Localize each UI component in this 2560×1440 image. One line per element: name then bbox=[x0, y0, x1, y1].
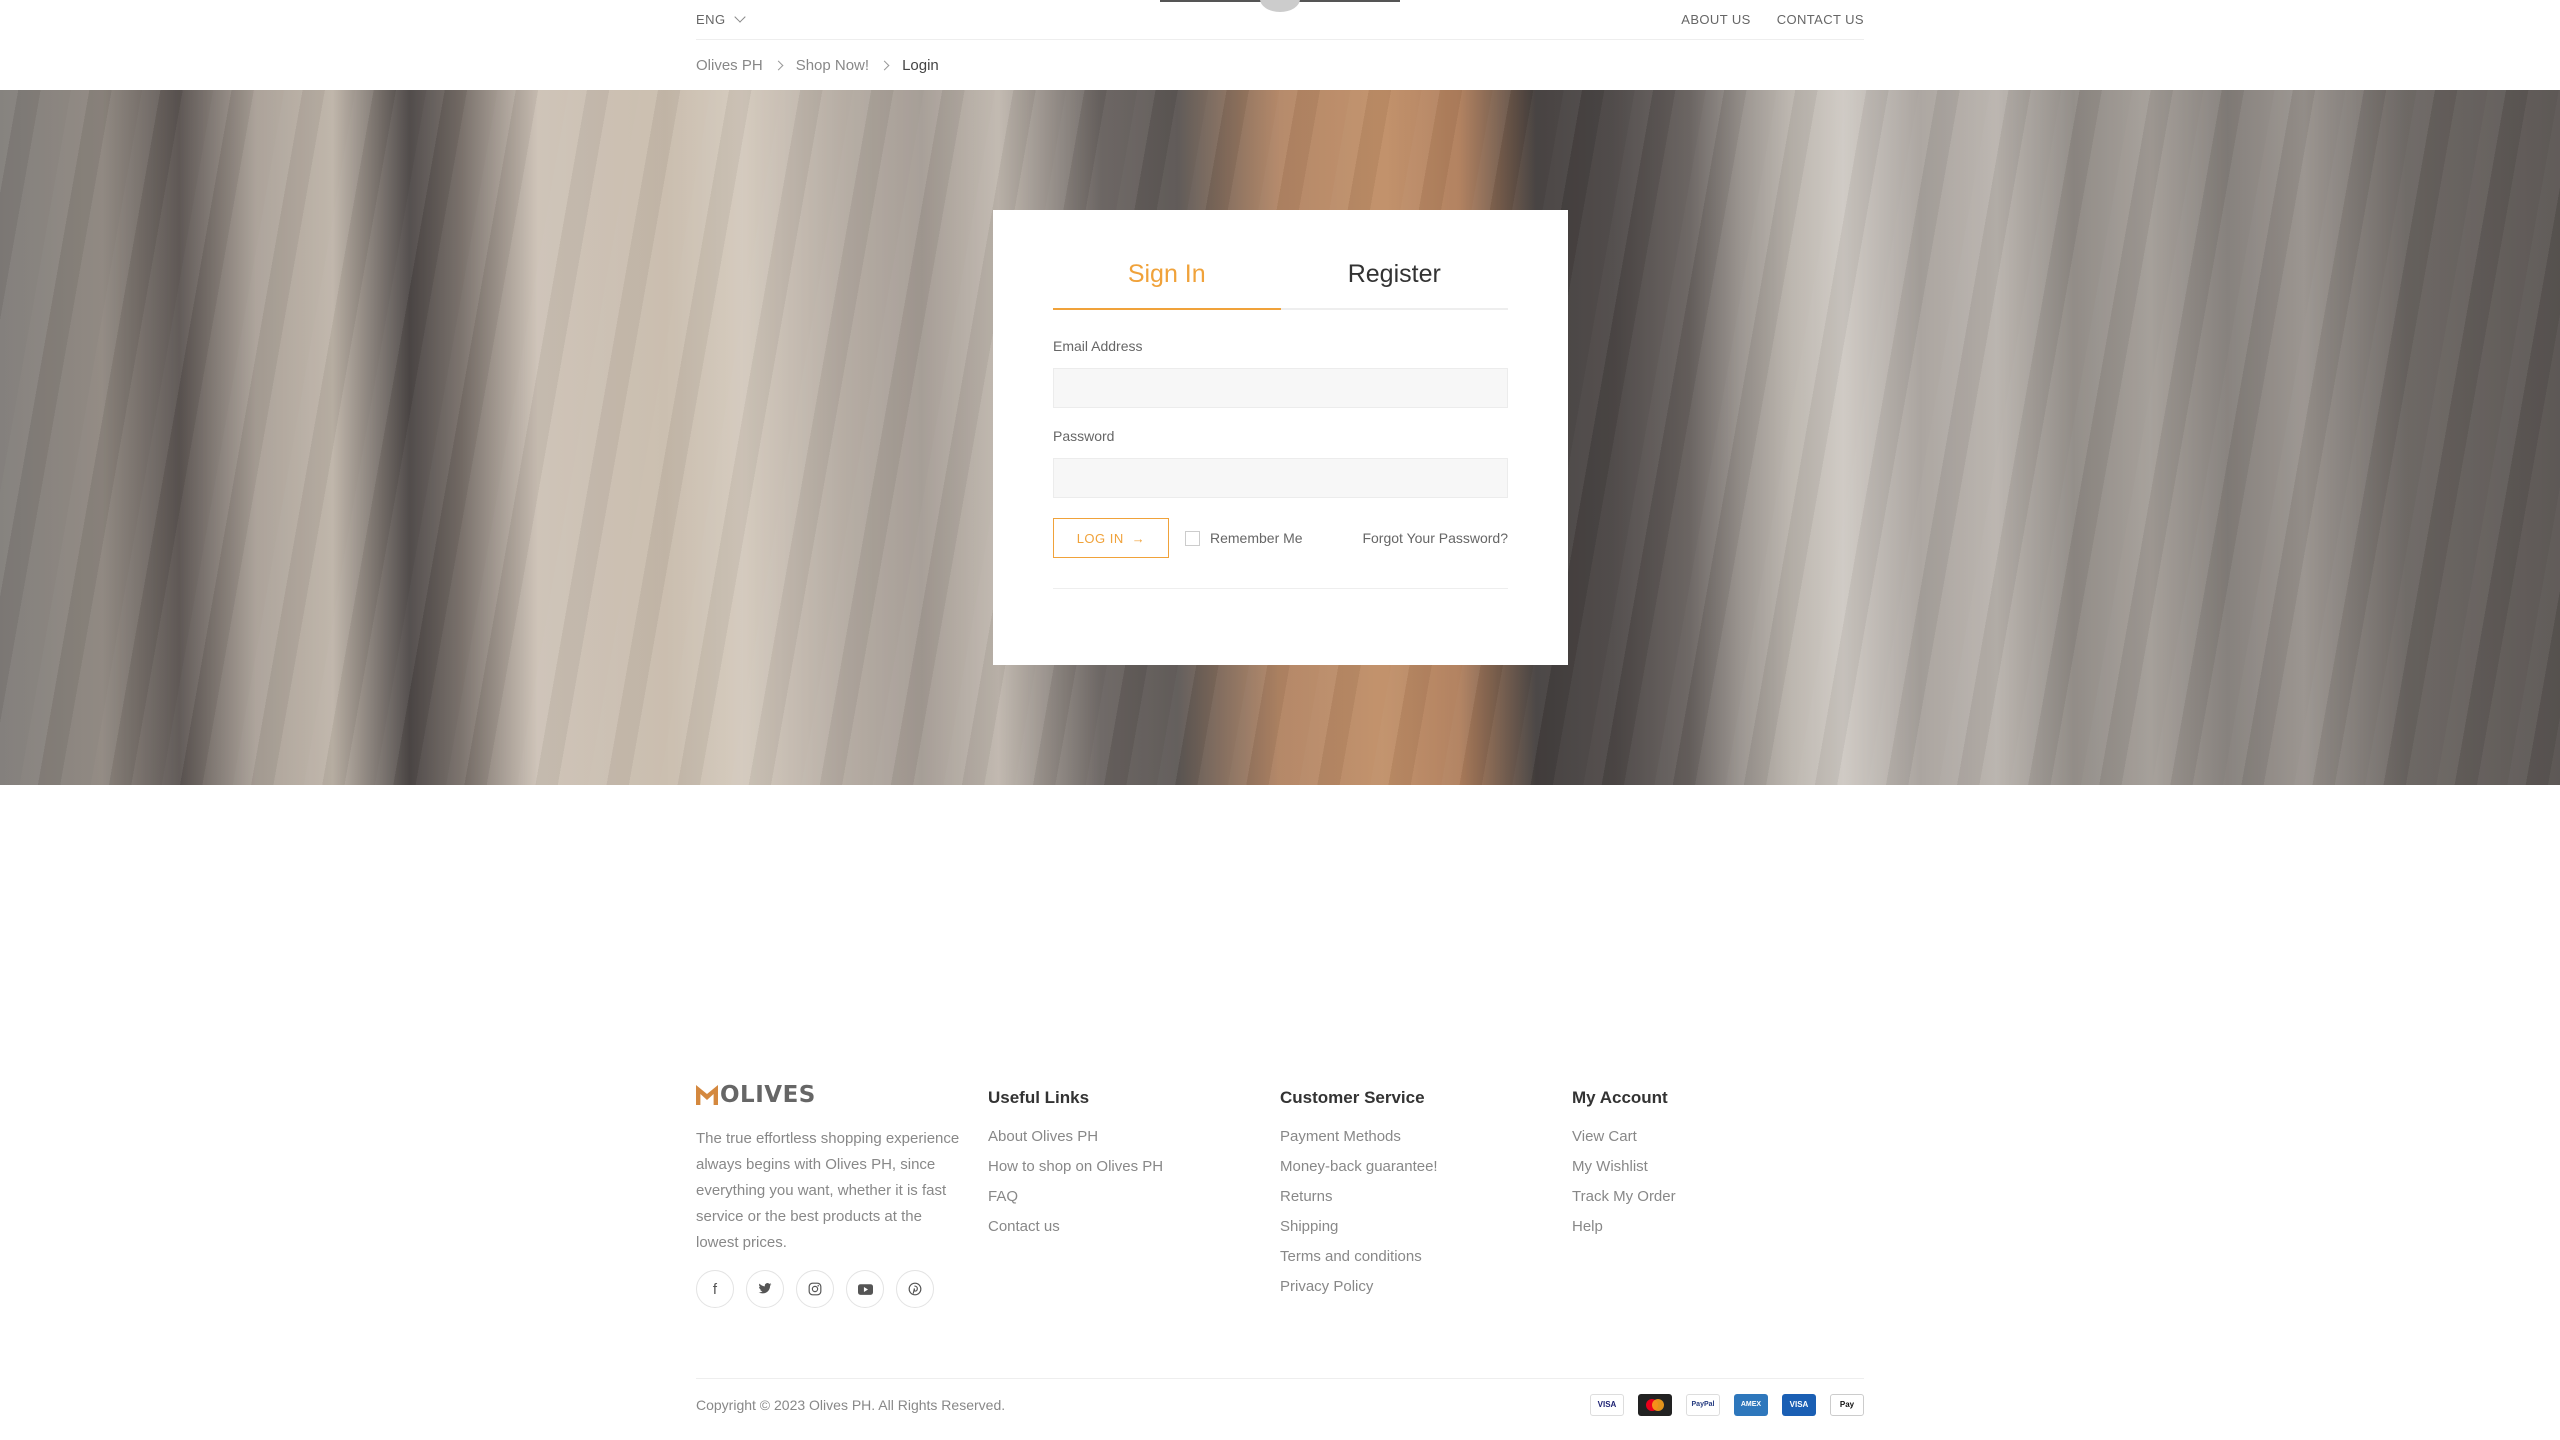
footer-about: OLIVES The true effortless shopping expe… bbox=[696, 1080, 988, 1310]
customer-service-title: Customer Service bbox=[1280, 1088, 1425, 1107]
amex-icon: AMEX bbox=[1734, 1393, 1768, 1416]
password-label: Password bbox=[1053, 428, 1115, 444]
login-button-label: LOG IN bbox=[1076, 530, 1124, 546]
footer-about-text: The true effortless shopping experience … bbox=[696, 1130, 960, 1251]
useful-links-title: Useful Links bbox=[988, 1088, 1090, 1107]
footer: OLIVES The true effortless shopping expe… bbox=[696, 1080, 1864, 1310]
olives-logo-icon bbox=[696, 1085, 718, 1105]
pinterest-icon[interactable] bbox=[896, 1270, 934, 1308]
paypal-icon: PayPal bbox=[1686, 1393, 1720, 1416]
breadcrumb-shop[interactable]: Shop Now! bbox=[796, 57, 869, 74]
footer-useful-links: Useful Links About Olives PH How to shop… bbox=[988, 1080, 1280, 1310]
login-actions: LOG IN → Remember Me Forgot Your Passwor… bbox=[1053, 518, 1508, 589]
footer-link[interactable]: About Olives PH bbox=[988, 1128, 1280, 1158]
footer-link[interactable]: Shipping bbox=[1280, 1218, 1572, 1248]
footer-link[interactable]: Track My Order bbox=[1572, 1188, 1864, 1218]
about-us-link[interactable]: ABOUT US bbox=[1681, 12, 1750, 27]
language-label: ENG bbox=[696, 12, 726, 27]
remember-me-label: Remember Me bbox=[1210, 530, 1303, 546]
login-card: Sign In Register Email Address Password … bbox=[993, 210, 1568, 665]
remember-me[interactable]: Remember Me bbox=[1185, 530, 1303, 546]
apple-pay-icon: Pay bbox=[1830, 1393, 1864, 1416]
footer-bottom: Copyright © 2023 Olives PH. All Rights R… bbox=[696, 1378, 1864, 1430]
my-account-title: My Account bbox=[1572, 1088, 1668, 1107]
tab-sign-in[interactable]: Sign In bbox=[1053, 248, 1281, 310]
footer-link[interactable]: Payment Methods bbox=[1280, 1128, 1572, 1158]
top-bar: ENG ABOUT US CONTACT US bbox=[696, 0, 1864, 40]
facebook-icon[interactable]: f bbox=[696, 1270, 734, 1308]
footer-my-account: My Account View Cart My Wishlist Track M… bbox=[1572, 1080, 1864, 1310]
footer-link[interactable]: Privacy Policy bbox=[1280, 1278, 1572, 1308]
forgot-password-link[interactable]: Forgot Your Password? bbox=[1362, 530, 1508, 546]
footer-link[interactable]: Money-back guarantee! bbox=[1280, 1158, 1572, 1188]
breadcrumb-home[interactable]: Olives PH bbox=[696, 57, 763, 74]
remember-me-checkbox[interactable] bbox=[1185, 530, 1200, 546]
footer-link[interactable]: View Cart bbox=[1572, 1128, 1864, 1158]
footer-link[interactable]: How to shop on Olives PH bbox=[988, 1158, 1280, 1188]
chevron-right-icon bbox=[773, 60, 784, 70]
footer-brand-name: OLIVES bbox=[720, 1082, 816, 1108]
twitter-icon[interactable] bbox=[746, 1270, 784, 1308]
login-tabs: Sign In Register bbox=[1053, 248, 1508, 310]
footer-logo[interactable]: OLIVES bbox=[696, 1080, 988, 1110]
footer-link[interactable]: Contact us bbox=[988, 1218, 1280, 1248]
footer-link[interactable]: Help bbox=[1572, 1218, 1864, 1248]
social-links: f bbox=[696, 1270, 988, 1308]
visa-blue-icon: VISA bbox=[1782, 1393, 1816, 1416]
email-field[interactable] bbox=[1053, 368, 1508, 408]
breadcrumb-current: Login bbox=[902, 56, 939, 74]
copyright-text: Copyright © 2023 Olives PH. All Rights R… bbox=[696, 1396, 1006, 1413]
footer-link[interactable]: Terms and conditions bbox=[1280, 1248, 1572, 1278]
arrow-right-icon: → bbox=[1131, 530, 1146, 546]
footer-link[interactable]: My Wishlist bbox=[1572, 1158, 1864, 1188]
footer-link[interactable]: Returns bbox=[1280, 1188, 1572, 1218]
login-button[interactable]: LOG IN → bbox=[1053, 518, 1169, 558]
visa-icon: VISA bbox=[1590, 1393, 1624, 1416]
breadcrumb: Olives PH Shop Now! Login bbox=[696, 54, 1864, 76]
tab-register[interactable]: Register bbox=[1281, 248, 1509, 308]
chevron-right-icon bbox=[879, 60, 890, 70]
youtube-icon[interactable] bbox=[846, 1270, 884, 1308]
contact-us-link[interactable]: CONTACT US bbox=[1777, 12, 1864, 27]
mastercard-icon bbox=[1638, 1393, 1672, 1416]
chevron-down-icon bbox=[734, 11, 746, 23]
instagram-icon[interactable] bbox=[796, 1270, 834, 1308]
language-selector[interactable]: ENG bbox=[696, 11, 746, 27]
footer-link[interactable]: FAQ bbox=[988, 1188, 1280, 1218]
top-links: ABOUT US CONTACT US bbox=[1681, 12, 1864, 27]
payment-methods: VISA PayPal AMEX VISA Pay bbox=[1590, 1393, 1864, 1416]
footer-customer-service: Customer Service Payment Methods Money-b… bbox=[1280, 1080, 1572, 1310]
password-field[interactable] bbox=[1053, 458, 1508, 498]
email-label: Email Address bbox=[1053, 338, 1143, 354]
